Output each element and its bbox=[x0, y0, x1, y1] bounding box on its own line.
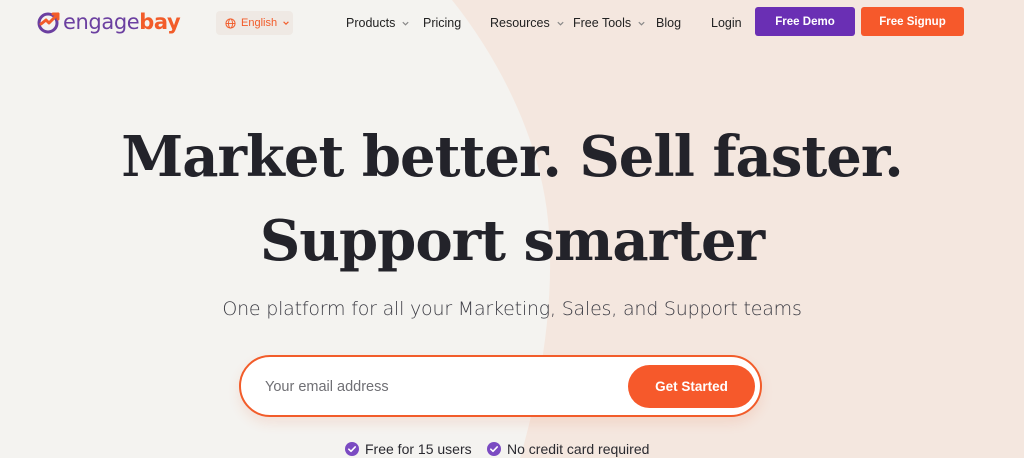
hero-title-line-2: Support smarter bbox=[259, 208, 765, 274]
email-input[interactable] bbox=[265, 375, 605, 399]
perk-free-users: Free for 15 users bbox=[345, 440, 472, 458]
engagebay-logo-icon bbox=[37, 12, 60, 34]
free-demo-button[interactable]: Free Demo bbox=[755, 7, 855, 36]
language-selector[interactable]: English bbox=[216, 11, 293, 35]
email-signup-form: Get Started bbox=[239, 355, 762, 417]
perk-label: No credit card required bbox=[507, 441, 650, 457]
nav-item-blog[interactable]: Blog bbox=[656, 15, 681, 31]
check-circle-icon bbox=[345, 442, 359, 456]
perk-label: Free for 15 users bbox=[365, 441, 472, 457]
nav-item-free-tools[interactable]: Free Tools bbox=[573, 15, 646, 31]
nav-item-label: Blog bbox=[656, 16, 682, 30]
engagebay-logo[interactable]: engagebay bbox=[36, 9, 181, 35]
nav-item-label: Pricing bbox=[423, 16, 462, 30]
nav-item-login[interactable]: Login bbox=[711, 15, 742, 31]
perk-no-credit-card: No credit card required bbox=[487, 440, 649, 458]
get-started-button[interactable]: Get Started bbox=[628, 365, 755, 408]
language-label: English bbox=[241, 17, 278, 29]
logo-wordmark: engagebay bbox=[63, 10, 181, 34]
chevron-down-icon bbox=[283, 21, 289, 25]
nav-item-pricing[interactable]: Pricing bbox=[423, 15, 461, 31]
nav-item-label: Products bbox=[346, 16, 396, 30]
hero-title-line-1: Market better. Sell faster. bbox=[121, 124, 903, 190]
chevron-down-icon bbox=[402, 21, 409, 26]
nav-item-label: Resources bbox=[490, 16, 550, 30]
hero-subtitle: One platform for all your Marketing, Sal… bbox=[222, 298, 802, 320]
chevron-down-icon bbox=[557, 21, 564, 26]
nav-item-label: Free Tools bbox=[573, 16, 632, 30]
free-signup-button[interactable]: Free Signup bbox=[861, 7, 964, 36]
nav-item-label: Login bbox=[711, 16, 742, 30]
globe-icon bbox=[225, 17, 236, 29]
nav-item-products[interactable]: Products bbox=[346, 15, 410, 31]
check-circle-icon bbox=[487, 442, 501, 456]
nav-item-resources[interactable]: Resources bbox=[490, 15, 565, 31]
chevron-down-icon bbox=[638, 21, 645, 26]
top-navigation: engagebay English Products Pricing Resou… bbox=[0, 0, 1024, 44]
